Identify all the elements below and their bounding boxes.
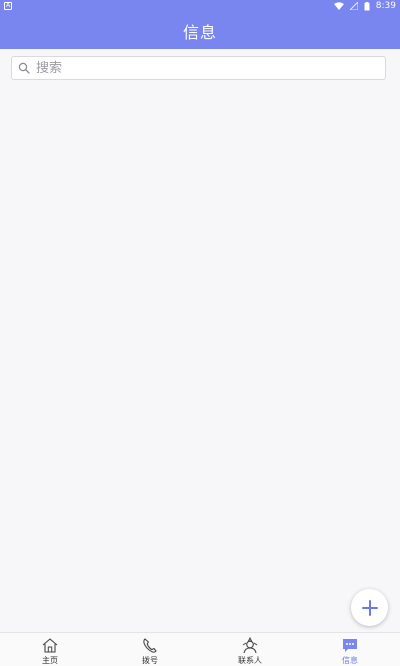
notification-icon: A (4, 2, 12, 10)
search-box[interactable] (11, 56, 386, 80)
nav-item-dialer[interactable]: 拨号 (100, 633, 200, 666)
home-icon (42, 638, 58, 653)
nav-item-contacts[interactable]: 联系人 (200, 633, 300, 666)
signal-off-icon (349, 2, 358, 10)
phone-icon (143, 638, 157, 653)
battery-icon (364, 1, 370, 10)
nav-label-messages: 信息 (342, 656, 358, 665)
nav-label-contacts: 联系人 (238, 656, 262, 665)
nav-item-messages[interactable]: 信息 (300, 633, 400, 666)
bottom-nav: 主页 拨号 联系人 信息 (0, 632, 400, 666)
app-bar: 信息 (0, 12, 400, 49)
nav-label-dialer: 拨号 (142, 656, 158, 665)
message-list (0, 86, 400, 632)
messages-screen: A 8:39 信息 搜索 主页 拨号 联系人 信息 (0, 0, 400, 666)
status-left: A (4, 2, 12, 10)
nav-label-home: 主页 (42, 656, 58, 665)
status-right: 8:39 (333, 0, 396, 12)
page-title: 信息 (182, 22, 217, 42)
plus-icon (361, 599, 378, 616)
message-icon (343, 639, 357, 652)
status-bar: A 8:39 (0, 0, 400, 12)
search-icon (18, 62, 30, 74)
status-time: 8:39 (375, 1, 396, 11)
nav-item-home[interactable]: 主页 (0, 633, 100, 666)
search-input[interactable] (36, 58, 366, 78)
new-message-button[interactable] (351, 589, 388, 626)
wifi-icon (333, 2, 344, 10)
contacts-icon (242, 637, 258, 654)
